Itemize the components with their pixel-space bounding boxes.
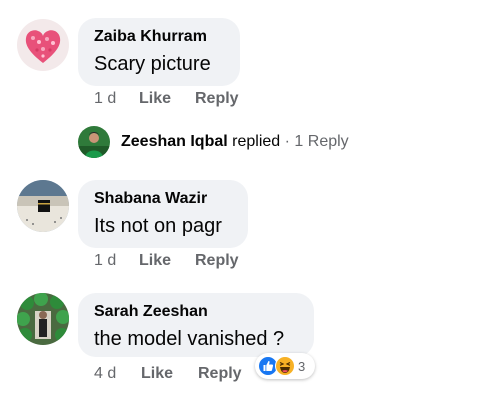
comment-text: the model vanished ?: [94, 328, 285, 350]
comment-timestamp[interactable]: 4 d: [94, 365, 116, 383]
haha-reaction-icon: [275, 356, 295, 376]
comment-text: Scary picture: [94, 53, 211, 75]
comment-bubble: Zaiba Khurram Scary picture: [78, 18, 240, 86]
reply-button[interactable]: Reply: [195, 252, 239, 270]
avatar[interactable]: [17, 293, 69, 345]
comment-author[interactable]: Zaiba Khurram: [94, 27, 224, 47]
avatar[interactable]: [78, 126, 110, 158]
like-button[interactable]: Like: [139, 252, 171, 270]
comment-timestamp[interactable]: 1 d: [94, 252, 116, 270]
separator-dot: ·: [284, 133, 290, 150]
avatar[interactable]: [17, 180, 69, 232]
comment-bubble: Shabana Wazir Its not on pagr: [78, 180, 248, 248]
comment-author[interactable]: Sarah Zeeshan: [94, 302, 298, 322]
comment-author[interactable]: Shabana Wazir: [94, 189, 232, 209]
reply-count[interactable]: 1 Reply: [294, 133, 348, 150]
comment-bubble: Sarah Zeeshan the model vanished ?: [78, 293, 314, 357]
like-button[interactable]: Like: [139, 90, 171, 108]
reactions-summary[interactable]: 3: [255, 353, 315, 379]
comment-timestamp[interactable]: 1 d: [94, 90, 116, 108]
reply-author[interactable]: Zeeshan Iqbal: [121, 133, 228, 150]
reply-verb: replied: [232, 133, 281, 150]
reply-summary[interactable]: Zeeshan Iqbal replied · 1 Reply: [121, 133, 349, 151]
kaaba-photo-avatar-icon: [17, 180, 69, 232]
reply-button[interactable]: Reply: [195, 90, 239, 108]
pink-heart-avatar-icon: [17, 19, 69, 71]
reaction-count: 3: [298, 358, 306, 374]
reply-button[interactable]: Reply: [198, 365, 242, 383]
avatar[interactable]: [17, 19, 69, 71]
green-balloons-avatar-icon: [17, 293, 69, 345]
comment-text: Its not on pagr: [94, 215, 222, 237]
man-in-green-avatar-icon: [78, 126, 110, 158]
like-button[interactable]: Like: [141, 365, 173, 383]
